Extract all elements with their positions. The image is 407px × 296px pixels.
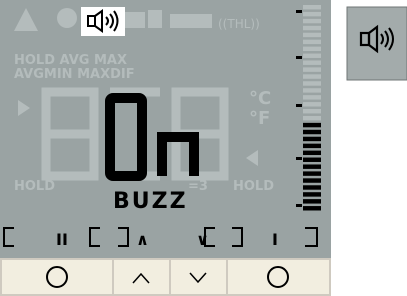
softkey-label-right: I	[272, 230, 278, 249]
bargraph-segment	[303, 25, 321, 31]
meter-device: ((THL)) HOLD AVG MAX AVGMIN MAXDIF °C °F…	[0, 0, 407, 296]
bargraph-segment	[303, 81, 321, 86]
down-arrow-button[interactable]	[171, 260, 226, 294]
svg-text:((THL)): ((THL))	[218, 17, 260, 31]
side-speaker-button[interactable]	[346, 6, 407, 81]
bargraph-segment	[303, 115, 321, 121]
softkey-label-center-left: ∧	[136, 230, 149, 249]
bargraph-segment	[303, 192, 321, 197]
softkey-label-left: II	[56, 230, 68, 249]
bargraph-tick	[296, 157, 302, 160]
bargraph-segment	[303, 199, 321, 204]
bargraph-segment	[303, 39, 321, 45]
speaker-icon	[81, 7, 125, 36]
bargraph-segment	[303, 150, 321, 156]
bargraph-segment	[303, 206, 321, 211]
bargraph-segment	[303, 136, 321, 142]
bargraph-segment	[303, 67, 321, 72]
ghost-unit-label: =3	[188, 179, 208, 194]
bargraph-segment	[303, 46, 321, 52]
ghost-mode-row-1: HOLD AVG MAX	[14, 53, 127, 68]
bargraph-segment	[303, 102, 321, 107]
bargraph-segment	[303, 122, 321, 128]
softkey-button-row	[0, 258, 331, 296]
bargraph-segment	[303, 109, 321, 114]
bargraph-segment	[303, 178, 321, 183]
bargraph-tick	[296, 204, 302, 207]
bargraph-segment	[303, 11, 321, 17]
bargraph-segment	[303, 164, 321, 169]
bargraph-segment	[303, 53, 321, 58]
bargraph-segment	[303, 143, 321, 149]
sub-label: BUZZ	[113, 189, 188, 214]
bargraph-segment	[303, 95, 321, 100]
ghost-mode-row-2: AVGMIN MAXDIF	[14, 67, 135, 82]
ghost-hold-right: HOLD	[233, 179, 274, 194]
bargraph-segment	[303, 157, 321, 162]
bargraph-tick	[296, 10, 302, 13]
bargraph-segment	[303, 5, 321, 10]
ghost-unit-f: °F	[249, 108, 270, 129]
bargraph-segment	[303, 171, 321, 176]
up-arrow-button[interactable]	[114, 260, 169, 294]
bargraph-tick	[296, 56, 302, 59]
bargraph-segment	[303, 129, 321, 135]
bargraph-segment	[303, 18, 321, 24]
left-softkey-button[interactable]	[2, 260, 112, 294]
right-softkey-button[interactable]	[228, 260, 329, 294]
ghost-unit-c: °C	[249, 88, 271, 109]
bargraph-segment	[303, 74, 321, 79]
bargraph-segment	[303, 88, 321, 93]
ghost-hold-left: HOLD	[14, 179, 55, 194]
bargraph-segment	[303, 32, 321, 38]
bargraph-segment	[303, 60, 321, 65]
bargraph-segment	[303, 185, 321, 190]
bargraph-tick	[296, 104, 302, 107]
